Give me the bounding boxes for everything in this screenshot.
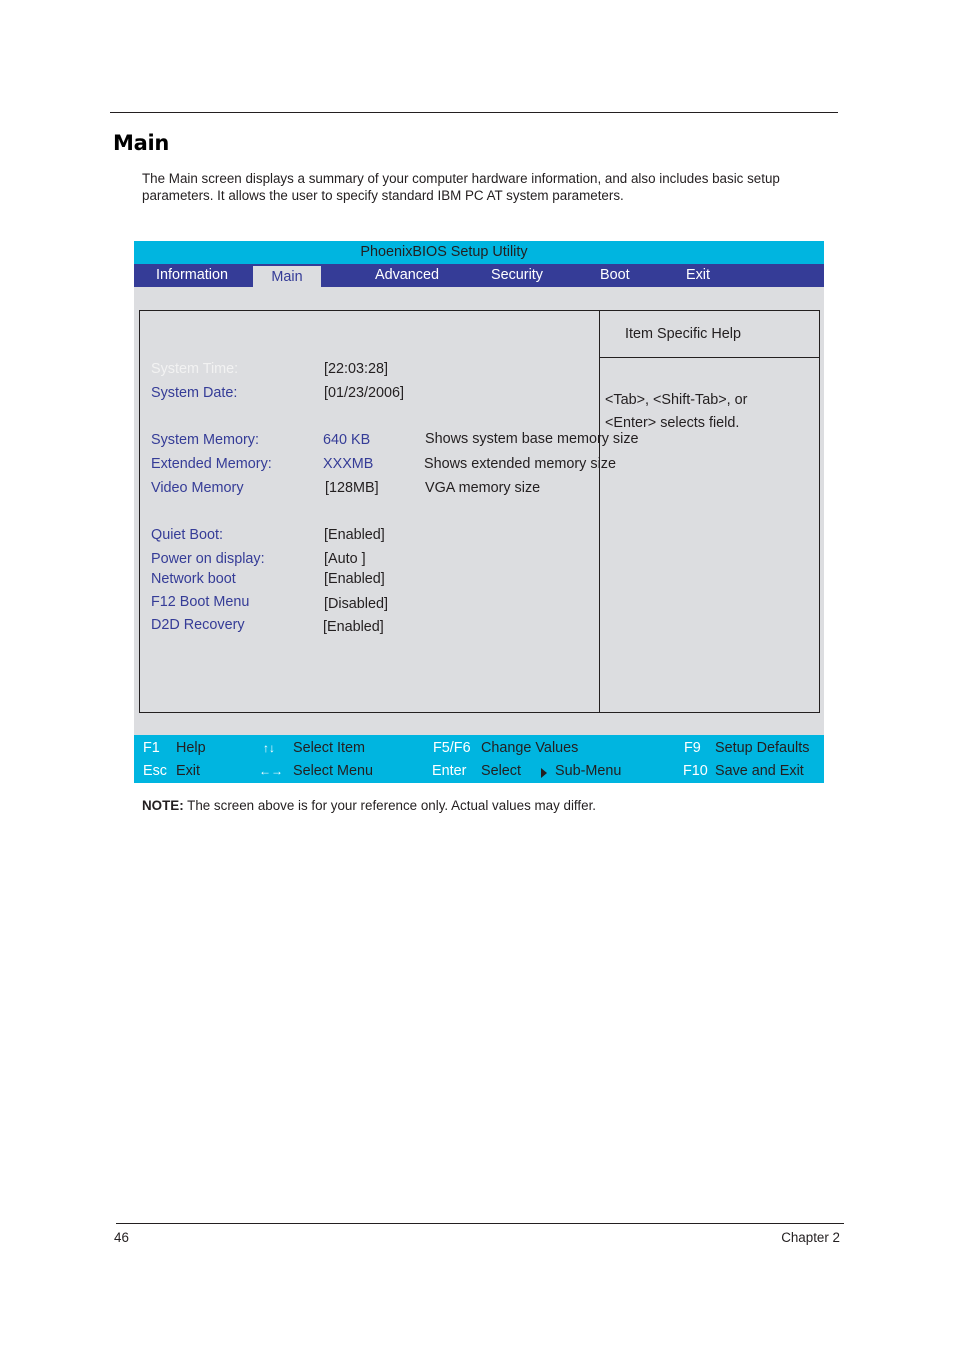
field-value-extended-memory: XXXMB — [323, 456, 374, 472]
field-value-system-date[interactable]: [01/23/2006] — [324, 385, 404, 401]
field-label-extended-memory: Extended Memory: — [151, 456, 272, 472]
field-value-quiet-boot[interactable]: [Enabled] — [324, 527, 385, 543]
help-header: Item Specific Help — [600, 311, 819, 358]
chapter-label: Chapter 2 — [781, 1230, 840, 1245]
field-desc-system-memory: Shows system base memory size — [425, 431, 639, 447]
field-value-power-on-display[interactable]: [Auto ] — [324, 551, 366, 567]
tab-boot[interactable]: Boot — [600, 264, 630, 287]
field-value-video-memory[interactable]: [128MB] — [325, 480, 379, 496]
field-desc-extended-memory: Shows extended memory size — [424, 456, 616, 472]
bios-screen: PhoenixBIOS Setup Utility Information Ma… — [134, 241, 824, 783]
field-value-system-memory: 640 KB — [323, 432, 371, 448]
footer-rule — [116, 1223, 844, 1224]
field-label-quiet-boot[interactable]: Quiet Boot: — [151, 527, 223, 543]
note: NOTE: The screen above is for your refer… — [142, 798, 596, 813]
key-desc-exit: Exit — [176, 763, 200, 779]
settings-panel: System Time: [22:03:28] System Date: [01… — [139, 310, 639, 713]
esc-key: Esc — [143, 763, 167, 779]
tab-information[interactable]: Information — [156, 264, 228, 287]
key-desc-sub-menu: Sub-Menu — [555, 763, 622, 779]
tab-main[interactable]: Main — [253, 266, 321, 289]
intro-paragraph: The Main screen displays a summary of yo… — [142, 171, 780, 203]
field-label-f12-boot-menu[interactable]: F12 Boot Menu — [151, 594, 249, 610]
field-label-power-on-display[interactable]: Power on display: — [151, 551, 265, 567]
note-text: The screen above is for your reference o… — [183, 798, 597, 813]
f5-f6-key: F5/F6 — [433, 740, 471, 756]
help-line: <Enter> selects field. — [605, 415, 740, 431]
note-label: NOTE: — [142, 798, 184, 813]
page-title: Main — [113, 131, 170, 155]
bios-title-bar: PhoenixBIOS Setup Utility — [134, 241, 824, 264]
key-desc-change-values: Change Values — [481, 740, 579, 756]
key-legend-bar: F1 Help Esc Exit ↑↓ Select Item ←→ Selec… — [134, 735, 824, 783]
field-value-d2d-recovery[interactable]: [Enabled] — [323, 619, 384, 635]
help-title: Item Specific Help — [625, 326, 741, 342]
tab-advanced[interactable]: Advanced — [375, 264, 439, 287]
f9-key: F9 — [684, 740, 701, 756]
up-down-arrows-icon: ↑↓ — [263, 741, 275, 755]
field-label-system-memory: System Memory: — [151, 432, 259, 448]
enter-key: Enter — [432, 763, 467, 779]
triangle-right-icon — [541, 768, 547, 778]
tab-security[interactable]: Security — [491, 264, 543, 287]
field-desc-video-memory: VGA memory size — [425, 480, 541, 496]
field-label-d2d-recovery[interactable]: D2D Recovery — [151, 617, 245, 633]
bios-menu-bar: Information Main Advanced Security Boot … — [134, 264, 824, 289]
help-line: <Tab>, <Shift-Tab>, or — [605, 392, 748, 408]
field-label-network-boot[interactable]: Network boot — [151, 571, 236, 587]
bios-title: PhoenixBIOS Setup Utility — [360, 244, 528, 260]
page-number: 46 — [114, 1230, 129, 1245]
field-value-f12-boot-menu[interactable]: [Disabled] — [324, 596, 388, 612]
field-label-video-memory[interactable]: Video Memory — [151, 480, 244, 496]
field-value-network-boot[interactable]: [Enabled] — [324, 571, 385, 587]
f10-key: F10 — [683, 763, 708, 779]
help-panel: Item Specific Help <Tab>, <Shift-Tab>, o… — [599, 310, 820, 713]
left-right-arrows-icon: ←→ — [259, 764, 283, 778]
key-desc-select-menu: Select Menu — [293, 763, 373, 779]
key-desc-save-and-exit: Save and Exit — [715, 763, 804, 779]
field-label-system-time[interactable]: System Time: — [151, 361, 238, 377]
key-desc-setup-defaults: Setup Defaults — [715, 740, 810, 756]
header-rule — [110, 112, 838, 113]
field-label-system-date[interactable]: System Date: — [151, 385, 237, 401]
key-desc-help: Help — [176, 740, 206, 756]
f1-key: F1 — [143, 740, 160, 756]
field-value-system-time[interactable]: [22:03:28] — [324, 361, 388, 377]
key-desc-select: Select — [481, 763, 521, 779]
tab-exit[interactable]: Exit — [686, 264, 710, 287]
key-desc-select-item: Select Item — [293, 740, 365, 756]
